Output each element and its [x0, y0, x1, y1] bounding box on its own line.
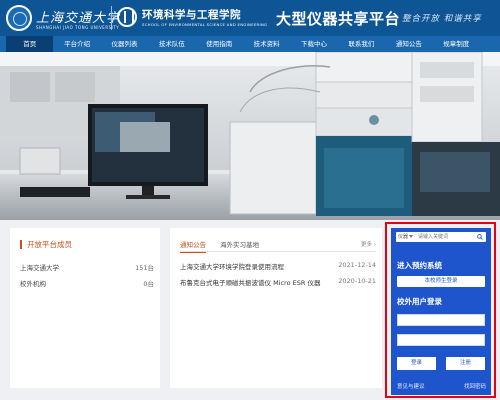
member-name: 校外机构: [20, 280, 46, 288]
search-icon[interactable]: [477, 234, 483, 240]
more-label: 更多: [361, 242, 373, 248]
list-item[interactable]: 上海交通大学环境学院登录使用流程 2021-12-14: [180, 261, 376, 271]
list-item[interactable]: 校外机构 0台: [20, 278, 154, 288]
caret-down-icon: [409, 235, 414, 238]
nav-item-guide[interactable]: 使用指南: [196, 36, 243, 52]
header-divider: [111, 6, 112, 30]
more-link[interactable]: 更多 ›: [361, 240, 376, 248]
members-title: 开放平台成员: [20, 240, 72, 249]
booking-system-title: 进入预约系统: [397, 261, 442, 270]
nav-item-home[interactable]: 首页: [6, 36, 54, 52]
platform-title: 大型仪器共享平台: [276, 10, 401, 28]
site-header: 上海交通大学 SHANGHAI JIAO TONG UNIVERSITY 环境科…: [0, 0, 500, 36]
news-title: 布鲁克台式电子顺磁共振波谱仪 Micro ESR 仪器: [180, 279, 321, 287]
main-nav: 首页 平台介绍 仪器列表 技术队伍 使用指南 技术资料 下载中心 联系我们 通知…: [0, 36, 500, 52]
search-box: 仪器: [396, 232, 486, 242]
sjtu-emblem-icon[interactable]: [6, 5, 32, 31]
school-name[interactable]: 环境科学与工程学院: [142, 7, 241, 22]
nav-item-notices[interactable]: 通知公告: [385, 36, 432, 52]
register-button[interactable]: 注册: [446, 357, 485, 370]
university-name[interactable]: 上海交通大学: [36, 7, 120, 26]
news-title: 上海交通大学环境学院登录使用流程: [180, 263, 284, 271]
members-card: 开放平台成员 上海交通大学 151台 校外机构 0台: [10, 228, 160, 388]
login-panel: 仪器 进入预约系统 本校师生登录 校外用户登录 登录 注册 意见与建议 找回密码: [391, 228, 491, 395]
feedback-link[interactable]: 意见与建议: [397, 382, 425, 390]
nav-item-contact[interactable]: 联系我们: [338, 36, 385, 52]
login-button[interactable]: 登录: [397, 357, 436, 370]
lab-banner-image: [0, 52, 500, 220]
search-input[interactable]: [418, 233, 474, 241]
username-field[interactable]: [397, 314, 485, 326]
list-item[interactable]: 布鲁克台式电子顺磁共振波谱仪 Micro ESR 仪器 2020-10-21: [180, 277, 376, 287]
member-name: 上海交通大学: [20, 264, 59, 272]
member-count: 151台: [135, 264, 154, 272]
member-count: 0台: [143, 280, 154, 288]
school-emblem-icon[interactable]: [117, 7, 137, 27]
nav-item-downloads[interactable]: 下载中心: [290, 36, 337, 52]
university-name-en: SHANGHAI JIAO TONG UNIVERSITY: [36, 25, 120, 30]
news-date: 2020-10-21: [338, 277, 376, 285]
nav-item-rules[interactable]: 规章制度: [433, 36, 480, 52]
nav-item-intro[interactable]: 平台介绍: [53, 36, 100, 52]
news-date: 2021-12-14: [338, 261, 376, 269]
list-item[interactable]: 上海交通大学 151台: [20, 262, 154, 272]
nav-item-docs[interactable]: 技术资料: [243, 36, 290, 52]
campus-login-button[interactable]: 本校师生登录: [397, 276, 485, 287]
news-card: 通知公告 海外实习基地 更多 › 上海交通大学环境学院登录使用流程 2021-1…: [170, 228, 382, 388]
search-category-select[interactable]: 仪器: [398, 233, 414, 241]
platform-slogan: 整合开放 和谐共享: [402, 14, 482, 24]
school-name-en: SCHOOL OF ENVIRONMENTAL SCIENCE AND ENGI…: [142, 22, 268, 27]
nav-item-team[interactable]: 技术队伍: [148, 36, 195, 52]
forgot-password-link[interactable]: 找回密码: [464, 382, 486, 390]
search-category-label: 仪器: [398, 234, 409, 240]
password-field[interactable]: [397, 334, 485, 346]
nav-item-instruments[interactable]: 仪器列表: [101, 36, 148, 52]
external-login-title: 校外用户登录: [397, 297, 442, 306]
chevron-right-icon: ›: [373, 242, 376, 248]
divider: [180, 251, 376, 252]
